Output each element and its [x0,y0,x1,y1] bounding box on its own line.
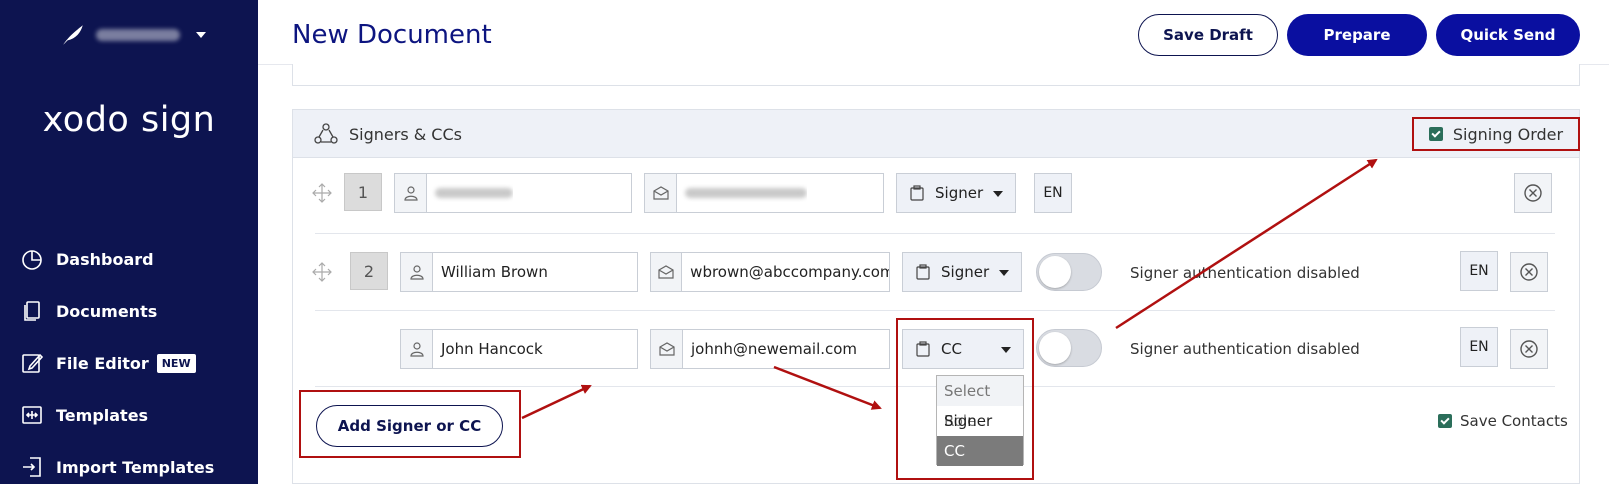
row-divider [315,310,1555,311]
sidebar-item-file-editor[interactable]: File Editor NEW [20,350,214,376]
chevron-down-icon [999,270,1009,276]
role-value: Signer [935,184,984,202]
language-select[interactable]: EN [1034,173,1072,213]
signer-name-value: William Brown [441,263,548,281]
toggle-knob [1039,332,1071,364]
account-name-redacted [96,29,180,41]
account-switcher[interactable] [60,22,206,48]
signers-panel-header: Signers & CCs [293,110,1579,158]
annotation-highlight-dropdown [896,318,1034,480]
feather-logo-icon [63,25,83,45]
auth-status-text: Signer authentication disabled [1130,264,1360,282]
signer-authentication-toggle[interactable] [1036,329,1102,367]
templates-icon [22,406,42,424]
sidebar-item-label: File Editor [56,353,149,373]
cc-email-value: johnh@newemail.com [691,340,858,358]
signers-panel-title: Signers & CCs [349,125,462,144]
envelope-icon [651,253,683,291]
sidebar-nav: Dashboard Documents File Editor NEW Temp… [20,246,214,484]
signer-name-field[interactable] [394,173,632,213]
prepare-button[interactable]: Prepare [1287,14,1427,56]
sidebar-item-label: Templates [56,405,149,425]
role-select[interactable]: Signer [896,173,1016,213]
sidebar-item-documents[interactable]: Documents [20,298,214,324]
language-select[interactable]: EN [1460,327,1498,367]
clipboard-icon [910,185,924,201]
language-select[interactable]: EN [1460,251,1498,291]
sidebar-item-label: Import Templates [56,457,215,477]
chevron-down-icon [196,32,206,38]
people-network-icon [314,123,338,144]
envelope-icon [645,174,677,212]
envelope-icon [651,330,683,368]
redacted-email [685,188,807,198]
clipboard-icon [916,264,930,280]
checkbox-checked-icon [1428,127,1443,141]
sidebar-item-label: Dashboard [56,249,154,269]
close-circle-icon [1524,184,1542,202]
signing-order-number[interactable]: 2 [350,252,388,290]
import-icon [23,457,41,477]
person-icon [401,253,433,291]
signing-order-number[interactable]: 1 [344,173,382,211]
sidebar-item-import-templates[interactable]: Import Templates [20,454,214,480]
save-draft-button[interactable]: Save Draft [1138,14,1278,56]
close-circle-icon [1520,263,1538,281]
toggle-knob [1039,256,1071,288]
checkbox-checked-icon [1438,414,1452,428]
signer-name-field[interactable]: William Brown [400,252,638,292]
page-title: New Document [292,20,492,50]
annotation-highlight-add-button [299,390,521,458]
previous-section-card [292,64,1580,86]
quick-send-button[interactable]: Quick Send [1436,14,1580,56]
documents-icon [24,301,40,321]
auth-status-text: Signer authentication disabled [1130,340,1360,358]
edit-icon [22,353,44,373]
new-badge: NEW [156,353,196,373]
drag-handle-icon[interactable] [312,183,332,203]
cc-name-field[interactable]: John Hancock [400,329,638,369]
chevron-down-icon [993,191,1003,197]
signing-order-checkbox[interactable]: Signing Order [1412,117,1580,151]
pie-chart-icon [22,250,42,270]
drag-handle-icon[interactable] [312,262,332,282]
sidebar-item-dashboard[interactable]: Dashboard [20,246,214,272]
role-value: Signer [941,263,990,281]
sidebar-item-label: Documents [56,301,158,321]
remove-signer-button[interactable] [1514,173,1552,213]
sidebar-item-templates[interactable]: Templates [20,402,214,428]
signing-order-label: Signing Order [1452,124,1564,144]
signer-email-field[interactable] [644,173,884,213]
cc-name-value: John Hancock [441,340,543,358]
signer-email-field[interactable]: wbrown@abccompany.com [650,252,890,292]
remove-signer-button[interactable] [1510,252,1548,292]
person-icon [395,174,427,212]
remove-signer-button[interactable] [1510,329,1548,369]
role-select[interactable]: Signer [902,252,1022,292]
redacted-name [435,188,513,198]
signer-email-value: wbrown@abccompany.com [690,263,889,281]
sidebar: xodo sign Dashboard Documents File Edito… [0,0,258,484]
save-contacts-checkbox[interactable]: Save Contacts [1438,412,1568,430]
row-divider [315,233,1555,234]
cc-email-field[interactable]: johnh@newemail.com [650,329,890,369]
close-circle-icon [1520,340,1538,358]
person-icon [401,330,433,368]
signer-authentication-toggle[interactable] [1036,253,1102,291]
save-contacts-label: Save Contacts [1460,412,1568,430]
brand-logo: xodo sign [42,100,216,140]
